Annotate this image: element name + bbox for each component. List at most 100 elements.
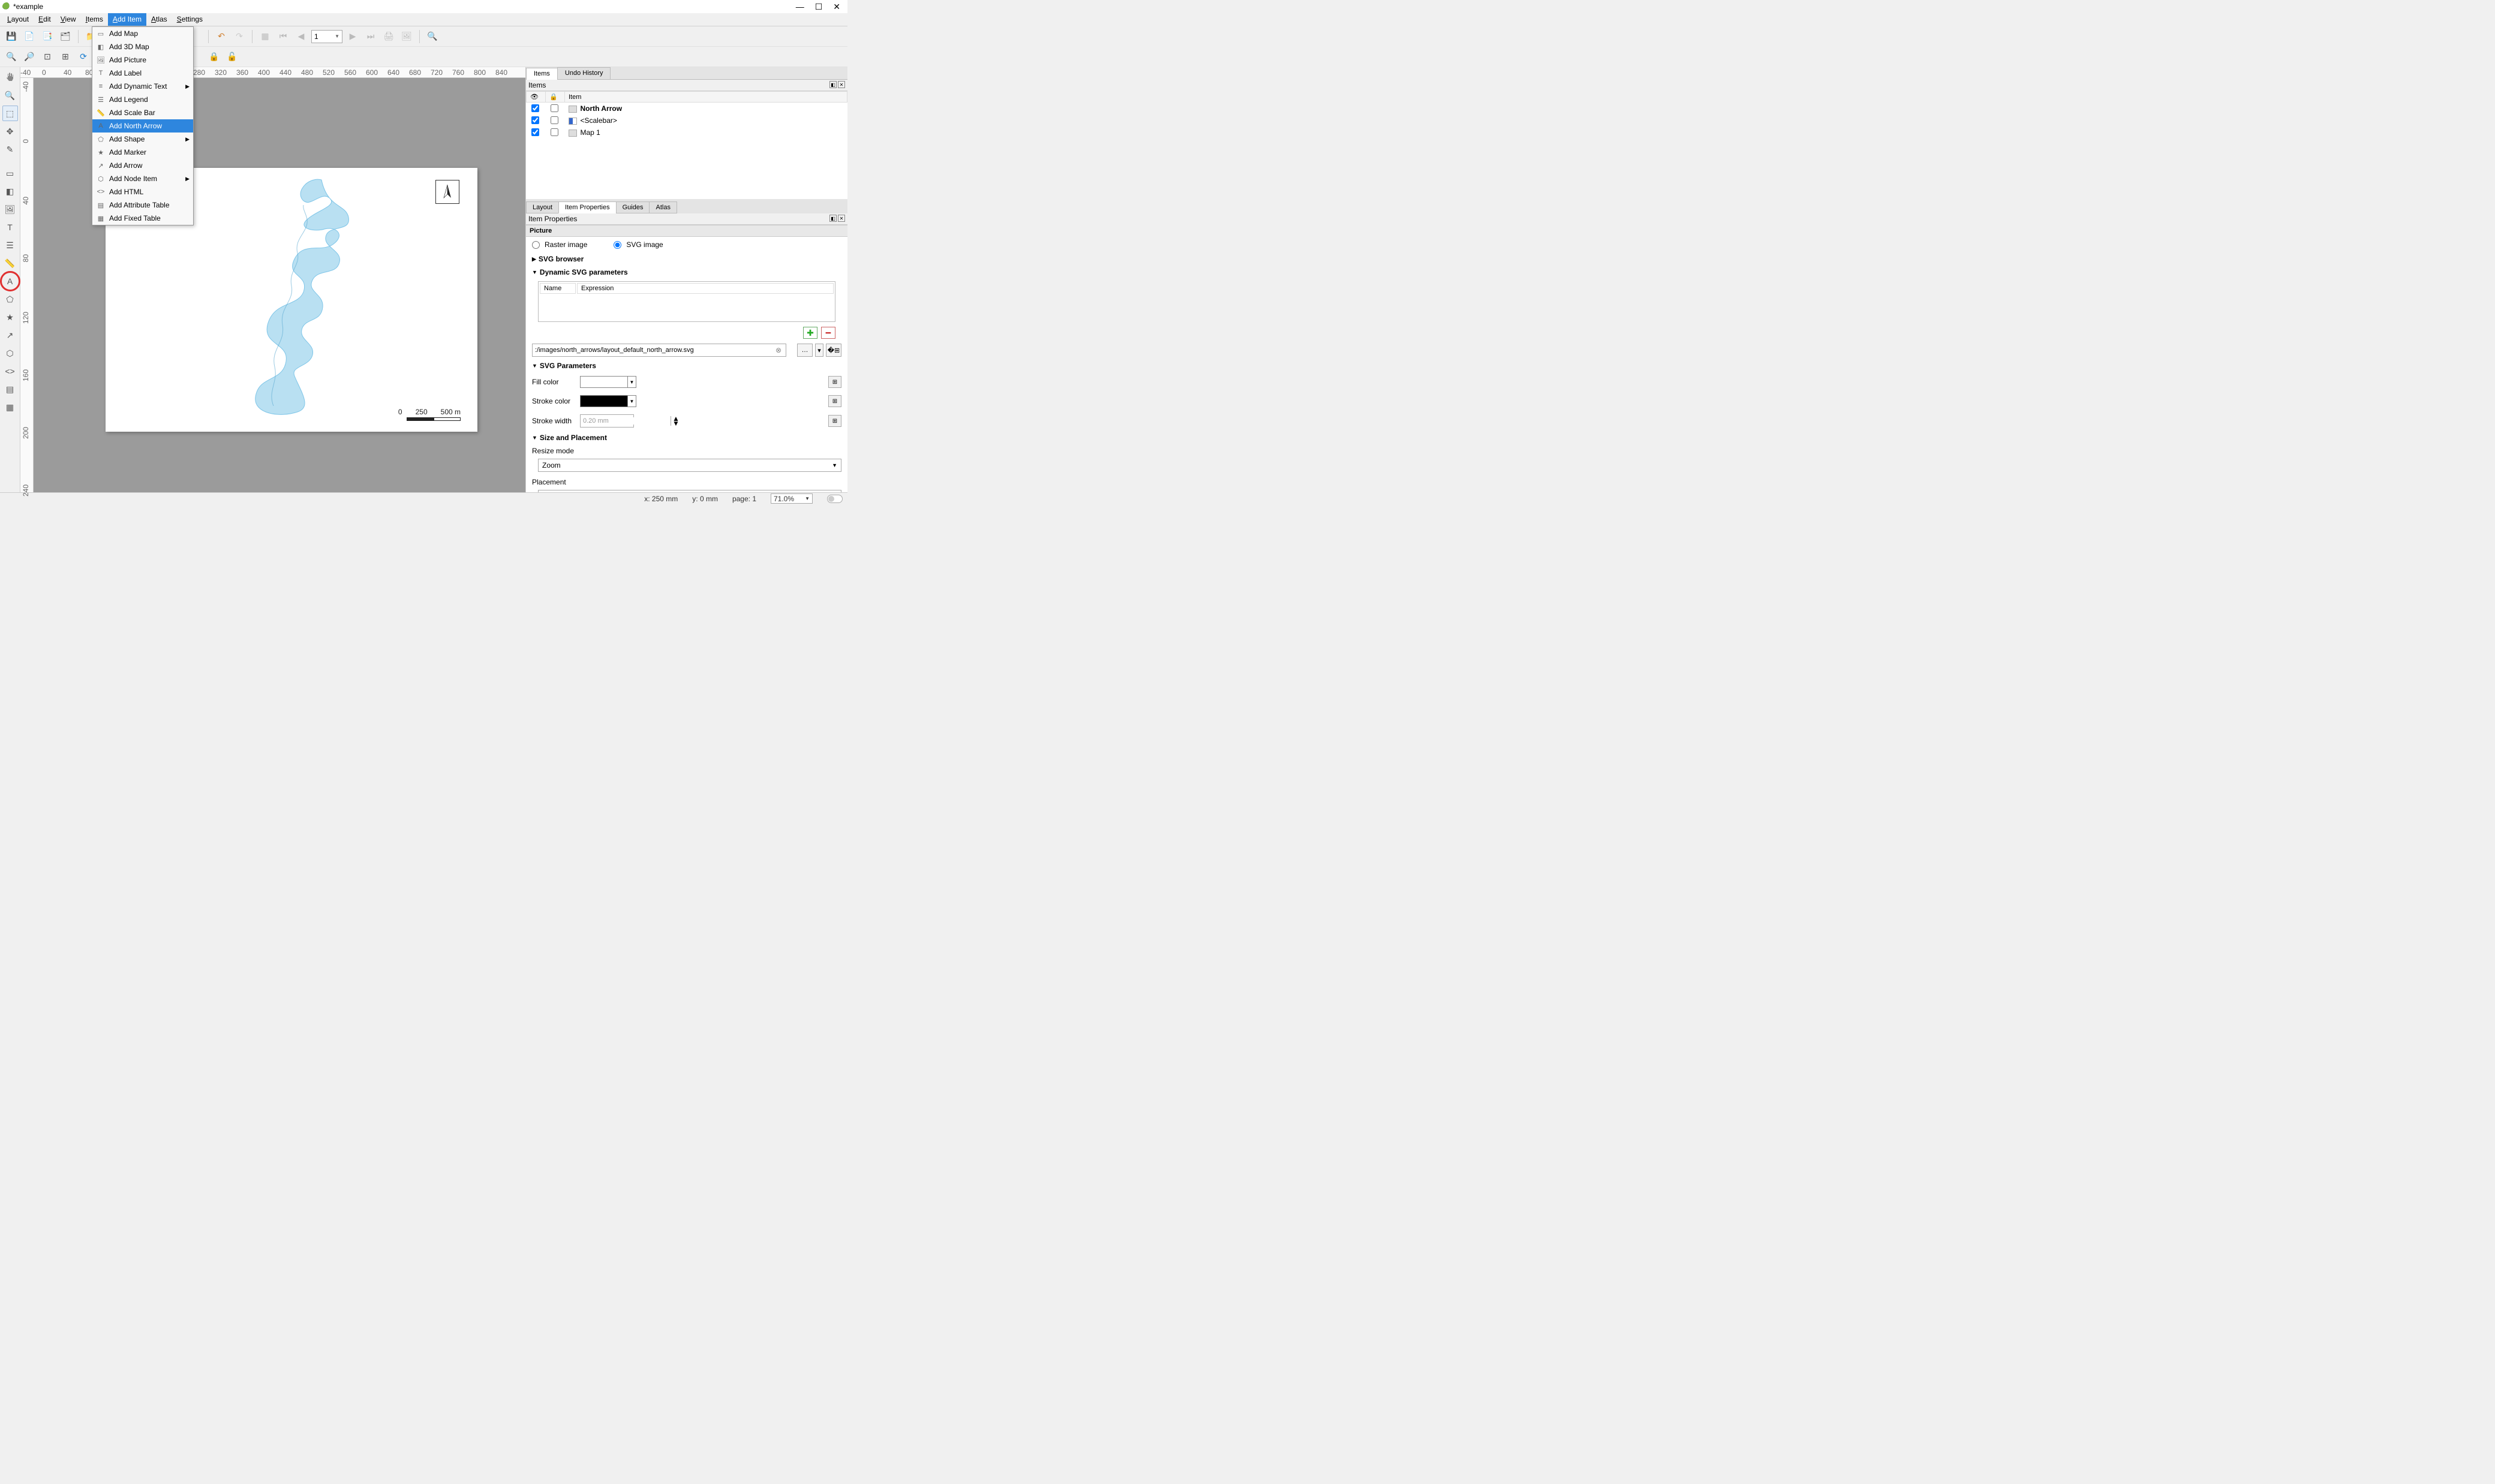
add-param-button[interactable]: ✚ <box>803 327 817 339</box>
locked-checkbox[interactable] <box>551 128 558 136</box>
add-scalebar-tool[interactable]: 📏 <box>2 255 18 271</box>
fill-color-dropdown[interactable]: ▼ <box>628 376 636 388</box>
add-3d-map-tool[interactable]: ◧ <box>2 183 18 199</box>
panel-close-icon[interactable]: ✕ <box>838 215 845 222</box>
panel-undock-icon[interactable]: ◧ <box>829 215 837 222</box>
refresh-button[interactable]: ⟳ <box>76 49 91 65</box>
maximize-button[interactable]: ☐ <box>815 2 823 12</box>
menu-view[interactable]: View <box>56 13 81 26</box>
locked-checkbox[interactable] <box>551 104 558 112</box>
tab-items[interactable]: Items <box>526 68 558 80</box>
item-row-scalebar[interactable]: <Scalebar> <box>527 115 847 127</box>
select-tool[interactable]: ⬚ <box>2 106 18 121</box>
add-node-item-tool[interactable]: ⬡ <box>2 345 18 361</box>
export-atlas-button[interactable]: 🖼 <box>399 29 414 44</box>
svg-parameters-expander[interactable]: ▼SVG Parameters <box>526 359 847 372</box>
dropdown-item-add-node-item[interactable]: ⬡Add Node Item▶ <box>92 172 193 185</box>
svg-params-table[interactable]: NameExpression <box>538 281 835 322</box>
new-layout-button[interactable]: 📄 <box>22 29 37 44</box>
remove-param-button[interactable]: ━ <box>821 327 835 339</box>
print-atlas-button[interactable]: 🖨 <box>381 29 396 44</box>
zoom-combo[interactable]: 71.0%▼ <box>771 493 813 504</box>
visible-checkbox[interactable] <box>531 116 539 124</box>
atlas-settings-button[interactable]: 🔍 <box>425 29 440 44</box>
add-marker-tool[interactable]: ★ <box>2 309 18 325</box>
add-map-tool[interactable]: ▭ <box>2 165 18 181</box>
dropdown-item-add-label[interactable]: TAdd Label <box>92 67 193 80</box>
tab-undo-history[interactable]: Undo History <box>557 67 611 79</box>
menu-atlas[interactable]: Atlas <box>146 13 172 26</box>
move-content-tool[interactable]: ✥ <box>2 124 18 139</box>
menu-add-item[interactable]: Add Item <box>108 13 146 26</box>
first-feature-button[interactable]: ⏮ <box>275 29 291 44</box>
svg-browser-expander[interactable]: ▶SVG browser <box>526 252 847 266</box>
add-fixed-table-tool[interactable]: ▦ <box>2 399 18 415</box>
panel-undock-icon[interactable]: ◧ <box>829 81 837 88</box>
add-picture-tool[interactable]: 🖼 <box>2 201 18 217</box>
zoom-tool[interactable]: 🔍 <box>2 88 18 103</box>
north-arrow-item[interactable] <box>435 180 459 204</box>
zoom-100-button[interactable]: ⊞ <box>58 49 73 65</box>
dropdown-item-add-shape[interactable]: ⬠Add Shape▶ <box>92 133 193 146</box>
visible-checkbox[interactable] <box>531 104 539 112</box>
dropdown-item-add-3d-map[interactable]: ◧Add 3D Map <box>92 40 193 53</box>
data-defined-path-button[interactable]: �⊞ <box>826 344 841 357</box>
prev-feature-button[interactable]: ◀ <box>293 29 309 44</box>
zoom-full-button[interactable]: ⊡ <box>40 49 55 65</box>
tab-atlas-props[interactable]: Atlas <box>649 201 677 213</box>
unlock-items-button[interactable]: 🔓 <box>224 49 240 65</box>
add-legend-tool[interactable]: ☰ <box>2 237 18 253</box>
add-shape-tool[interactable]: ⬠ <box>2 291 18 307</box>
visible-checkbox[interactable] <box>531 128 539 136</box>
stroke-color-swatch[interactable] <box>580 395 628 407</box>
scalebar-item[interactable]: 0 250 500 m <box>398 408 461 421</box>
items-list[interactable]: 👁 🔒 Item North Arrow <Scalebar> <box>526 91 847 199</box>
stroke-color-dropdown[interactable]: ▼ <box>628 395 636 407</box>
item-row-map1[interactable]: Map 1 <box>527 127 847 139</box>
panel-close-icon[interactable]: ✕ <box>838 81 845 88</box>
placement-select[interactable]: Top Left▼ <box>538 490 841 492</box>
menu-edit[interactable]: Edit <box>34 13 56 26</box>
stroke-width-override[interactable]: ⊞ <box>828 415 841 427</box>
save-button[interactable]: 💾 <box>4 29 19 44</box>
edit-nodes-tool[interactable]: ✎ <box>2 142 18 157</box>
dynamic-svg-expander[interactable]: ▼Dynamic SVG parameters <box>526 266 847 279</box>
map-item[interactable] <box>226 175 375 427</box>
minimize-button[interactable]: — <box>796 2 804 12</box>
size-placement-expander[interactable]: ▼Size and Placement <box>526 431 847 444</box>
add-label-tool[interactable]: T <box>2 219 18 235</box>
dropdown-item-add-arrow[interactable]: ↗Add Arrow <box>92 159 193 172</box>
menu-layout[interactable]: Layout <box>2 13 34 26</box>
atlas-page-combo[interactable]: 1▼ <box>311 30 342 43</box>
svg-image-radio[interactable] <box>614 241 621 249</box>
menu-settings[interactable]: Settings <box>172 13 208 26</box>
menu-items[interactable]: Items <box>81 13 108 26</box>
dropdown-item-add-attribute-table[interactable]: ▤Add Attribute Table <box>92 198 193 212</box>
dropdown-item-add-picture[interactable]: 🖼Add Picture <box>92 53 193 67</box>
dropdown-item-add-map[interactable]: ▭Add Map <box>92 27 193 40</box>
dropdown-item-add-fixed-table[interactable]: ▦Add Fixed Table <box>92 212 193 225</box>
dropdown-item-add-north-arrow[interactable]: AAdd North Arrow <box>92 119 193 133</box>
fill-color-override[interactable]: ⊞ <box>828 376 841 388</box>
zoom-in-button[interactable]: 🔍 <box>4 49 19 65</box>
add-arrow-tool[interactable]: ↗ <box>2 327 18 343</box>
lock-items-button[interactable]: 🔒 <box>206 49 222 65</box>
stroke-width-spinbox[interactable]: ▲▼ <box>580 414 634 428</box>
tab-guides[interactable]: Guides <box>616 201 650 213</box>
duplicate-layout-button[interactable]: 📑 <box>40 29 55 44</box>
zoom-out-button[interactable]: 🔎 <box>22 49 37 65</box>
undo-button[interactable]: ↶ <box>214 29 229 44</box>
last-feature-button[interactable]: ⏭ <box>363 29 378 44</box>
resize-mode-select[interactable]: Zoom▼ <box>538 459 841 472</box>
dropdown-item-add-legend[interactable]: ☰Add Legend <box>92 93 193 106</box>
add-north-arrow-tool[interactable]: A <box>2 273 18 289</box>
atlas-preview-button[interactable]: ▦ <box>257 29 273 44</box>
tab-item-properties[interactable]: Item Properties <box>558 201 617 213</box>
add-html-tool[interactable]: <> <box>2 363 18 379</box>
browse-path-button[interactable]: … <box>797 344 813 357</box>
locked-checkbox[interactable] <box>551 116 558 124</box>
dropdown-item-add-html[interactable]: <>Add HTML <box>92 185 193 198</box>
clear-path-icon[interactable]: ⊗ <box>775 346 781 354</box>
layout-manager-button[interactable]: 🗂 <box>58 29 73 44</box>
raster-image-radio[interactable] <box>532 241 540 249</box>
